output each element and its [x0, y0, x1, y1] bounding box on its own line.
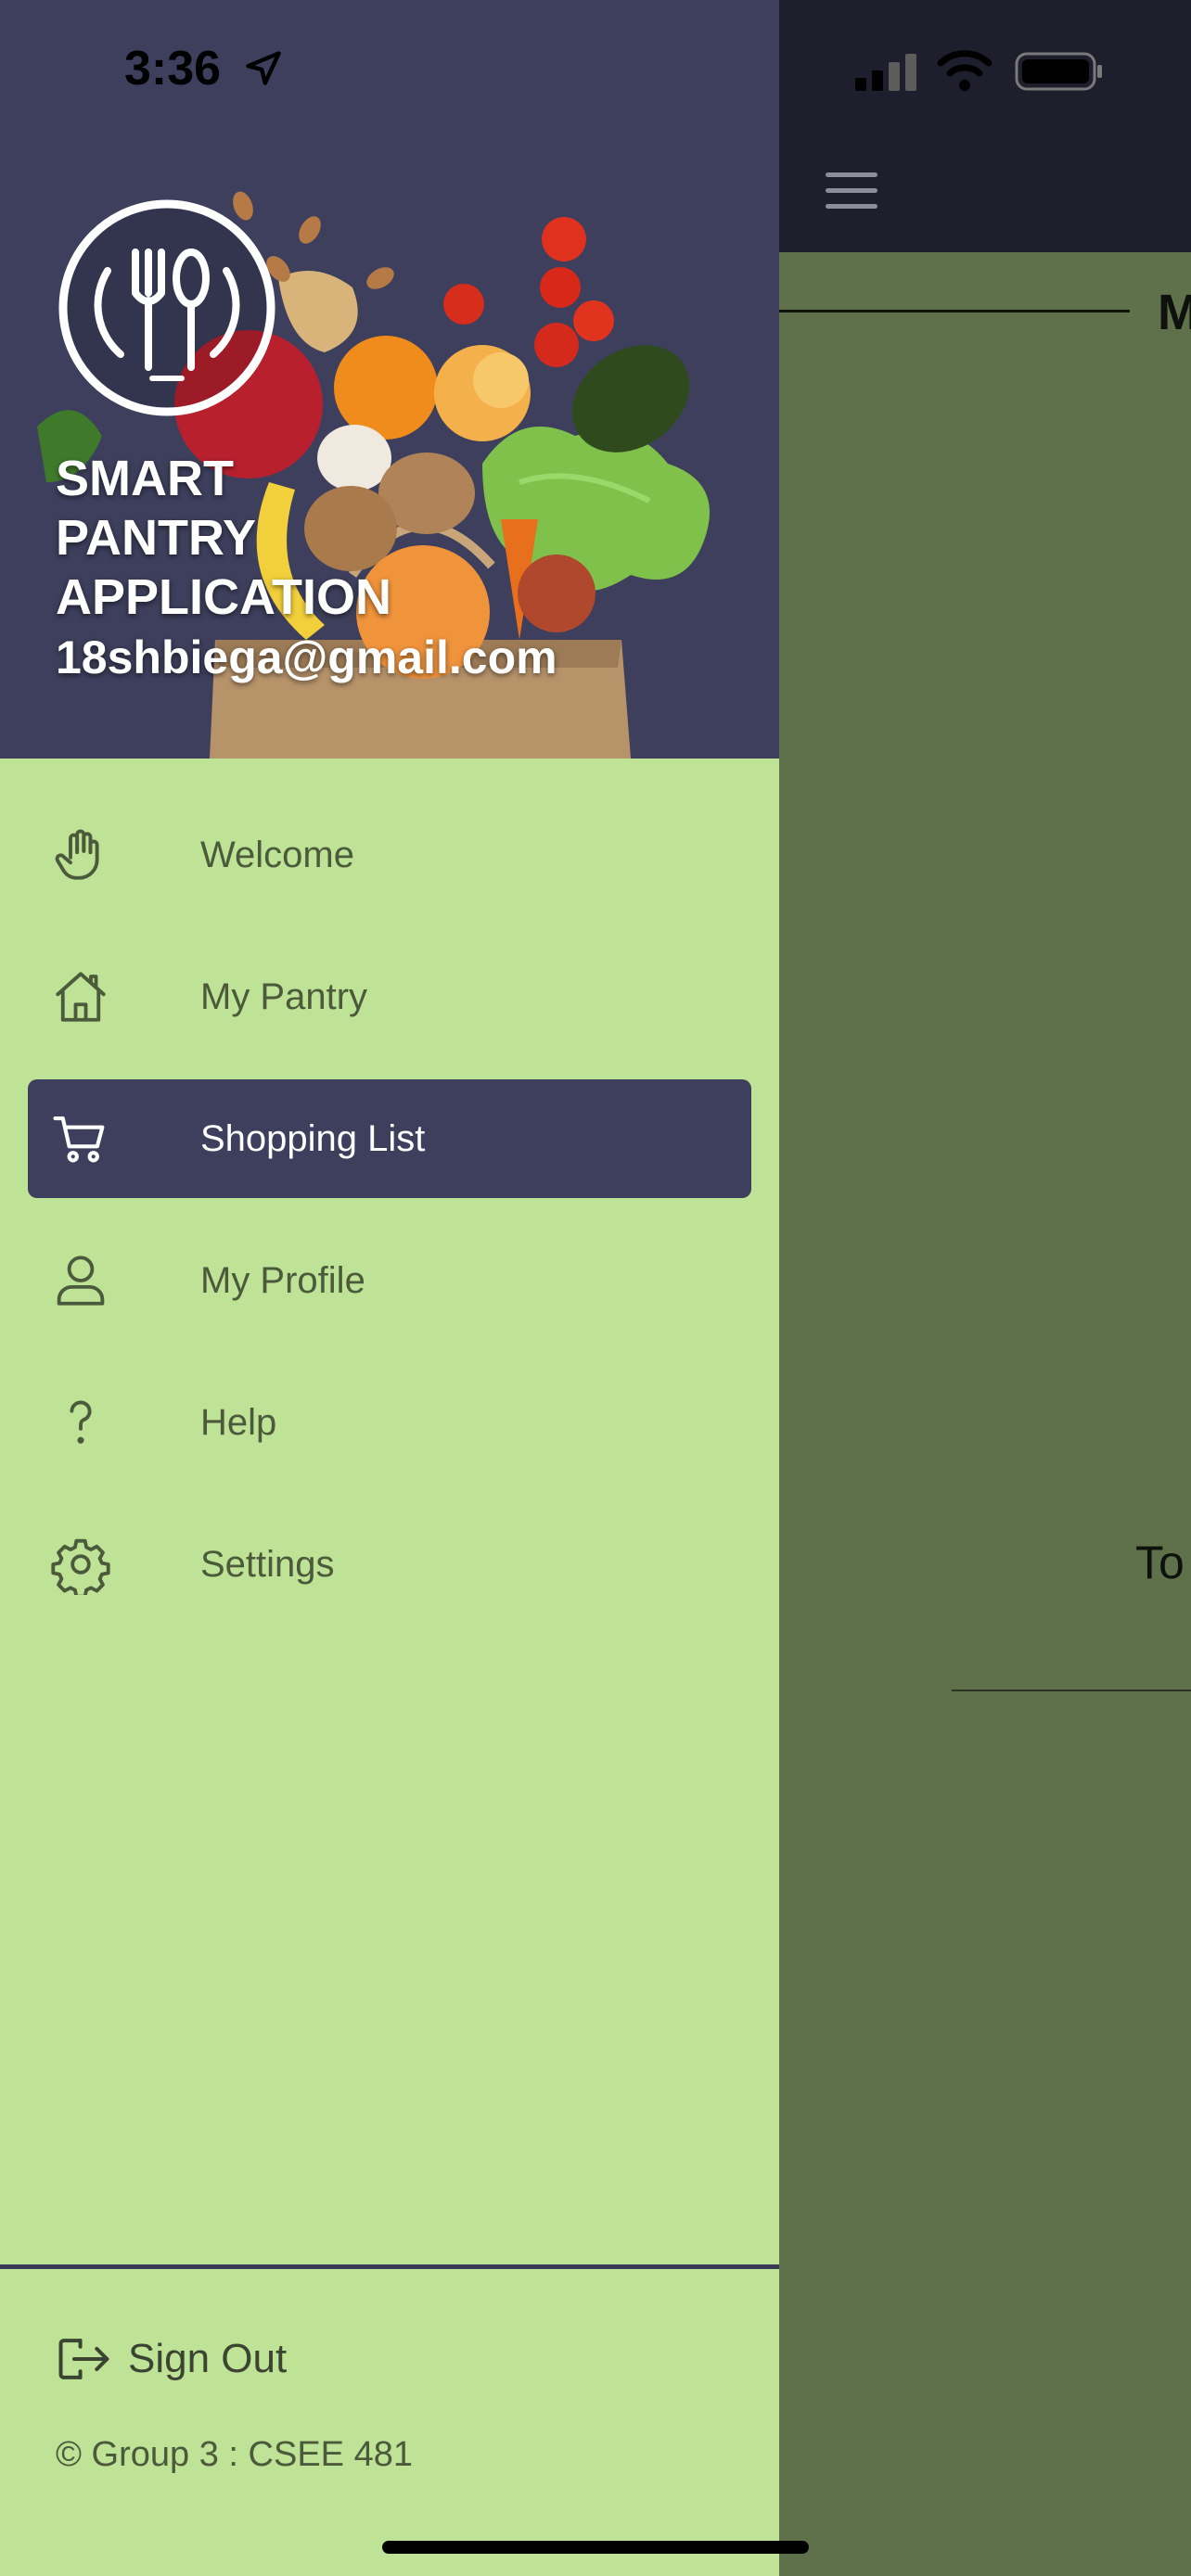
drawer-nav-list: Welcome My Pantry Shopping List My Profi… [0, 796, 779, 1647]
wifi-icon [937, 50, 992, 91]
user-icon [57, 1256, 105, 1306]
navigation-drawer: SMART PANTRY APPLICATION 18shbiega@gmail… [0, 0, 779, 2576]
location-arrow-icon [246, 51, 281, 85]
app-title-line: APPLICATION [56, 569, 391, 625]
footer-divider [0, 2264, 779, 2269]
sign-out-icon [58, 2339, 109, 2379]
heading-divider [779, 310, 1130, 312]
copyright-text: © Group 3 : CSEE 481 [56, 2435, 413, 2474]
home-indicator[interactable] [382, 2541, 809, 2554]
nav-item-label: My Profile [200, 1259, 365, 1301]
hamburger-menu-icon[interactable] [826, 172, 877, 210]
user-email: 18shbiega@gmail.com [56, 631, 557, 683]
cellular-signal-icon [855, 54, 916, 91]
app-title: SMART PANTRY APPLICATION [56, 449, 612, 627]
cart-icon [53, 1116, 105, 1163]
nav-item-help[interactable]: Help [0, 1363, 779, 1482]
hand-icon [55, 829, 99, 880]
nav-item-label: Help [200, 1401, 277, 1443]
nav-item-settings[interactable]: Settings [0, 1505, 779, 1624]
battery-icon [1015, 52, 1102, 91]
nav-item-label: My Pantry [200, 976, 368, 1017]
screen-text-fragment: To [1135, 1537, 1185, 1588]
nav-item-label: Shopping List [200, 1117, 426, 1159]
app-title-line: SMART [56, 451, 234, 506]
home-icon [56, 972, 106, 1022]
app-title-line: PANTRY [56, 510, 256, 566]
nav-item-welcome[interactable]: Welcome [0, 796, 779, 914]
app-logo-icon [58, 199, 275, 416]
nav-item-label: Settings [200, 1543, 335, 1585]
gear-icon [51, 1538, 110, 1595]
content-divider [952, 1690, 1191, 1691]
status-time: 3:36 [124, 42, 222, 96]
question-icon [70, 1400, 92, 1444]
drawer-header: SMART PANTRY APPLICATION 18shbiega@gmail… [0, 0, 779, 759]
nav-item-my-pantry[interactable]: My Pantry [0, 937, 779, 1056]
screen-heading-fragment: M [1158, 285, 1191, 340]
sign-out-label: Sign Out [128, 2336, 288, 2381]
nav-item-my-profile[interactable]: My Profile [0, 1221, 779, 1340]
sign-out-button[interactable]: Sign Out [56, 2331, 287, 2387]
nav-item-shopping-list[interactable]: Shopping List [28, 1079, 751, 1198]
nav-item-label: Welcome [200, 834, 354, 875]
